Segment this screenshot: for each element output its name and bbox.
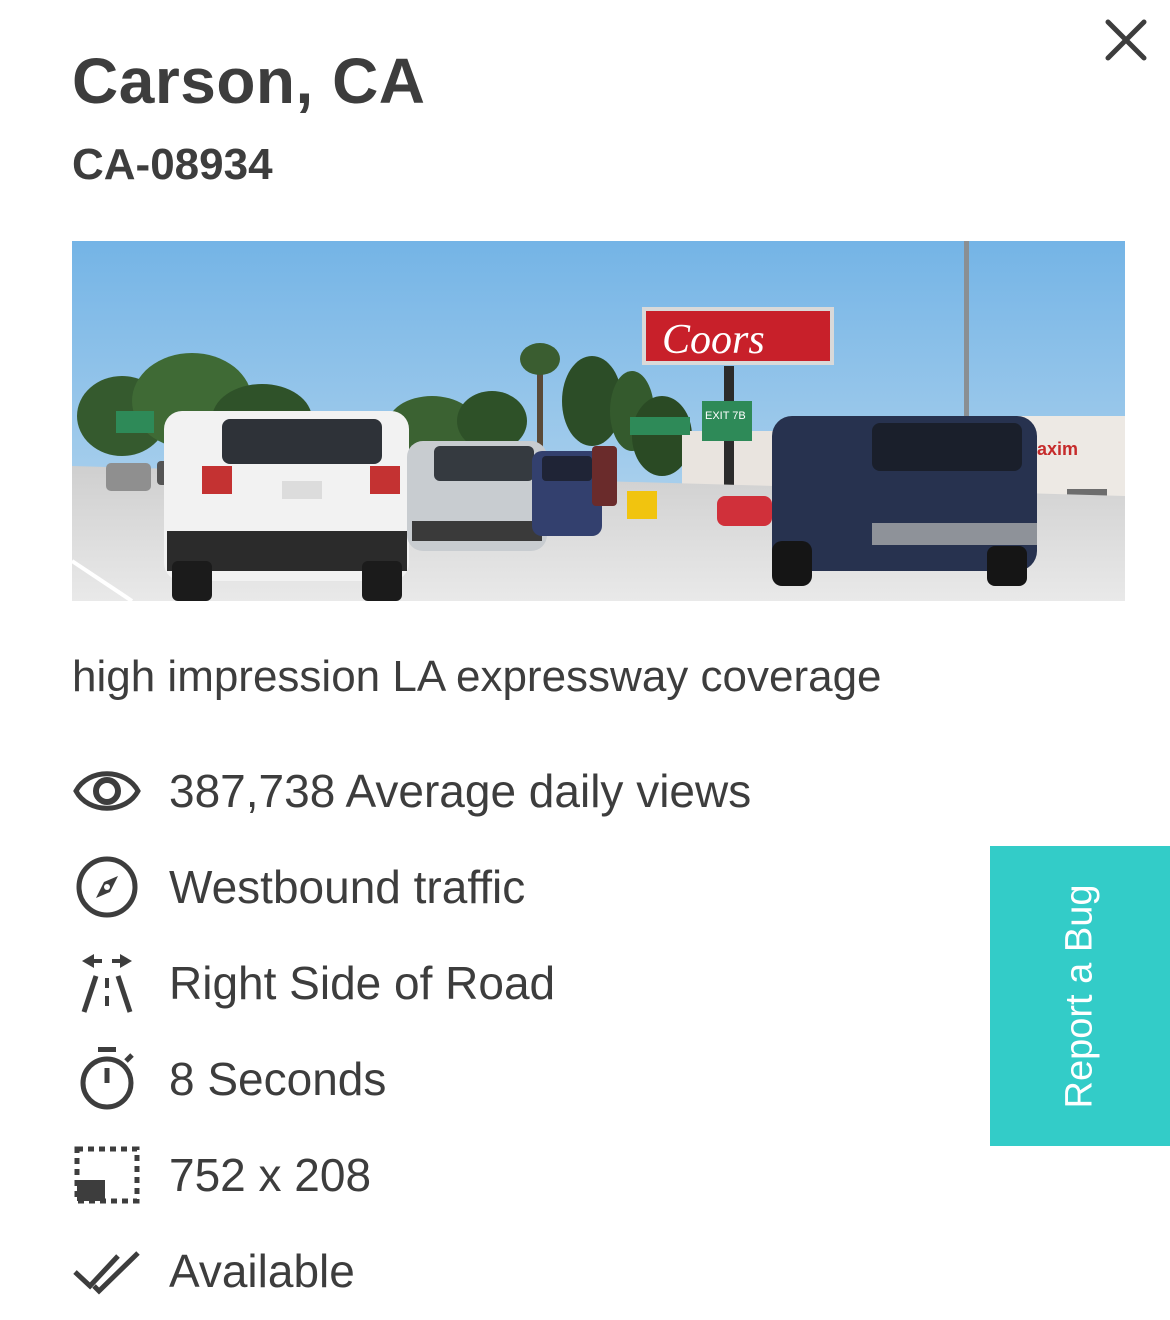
road-side-icon xyxy=(72,948,142,1018)
close-icon[interactable] xyxy=(1100,14,1152,66)
availability-text: Available xyxy=(169,1245,355,1297)
dimensions-icon xyxy=(72,1140,142,1210)
daily-views-row: 387,738 Average daily views xyxy=(72,756,751,826)
report-bug-label: Report a Bug xyxy=(1058,884,1101,1108)
stopwatch-icon xyxy=(72,1044,142,1114)
duration-text: 8 Seconds xyxy=(169,1053,387,1105)
billboard-detail-panel: Carson, CA CA-08934 Maxim Coors EXIT 7B … xyxy=(0,0,1170,1320)
report-bug-button[interactable]: Report a Bug xyxy=(990,846,1170,1146)
billboard-photo: Maxim Coors EXIT 7B xyxy=(72,241,1125,601)
description: high impression LA expressway coverage xyxy=(72,652,882,701)
double-check-icon xyxy=(72,1236,142,1306)
billboard-brand: Coors xyxy=(662,317,765,363)
location-title: Carson, CA xyxy=(72,45,426,117)
dimensions-text: 752 x 208 xyxy=(169,1149,372,1201)
availability-row: Available xyxy=(72,1236,355,1306)
exit-sign: EXIT 7B xyxy=(705,410,746,422)
traffic-direction-row: Westbound traffic xyxy=(72,852,525,922)
traffic-direction-text: Westbound traffic xyxy=(169,861,526,913)
dimensions-row: 752 x 208 xyxy=(72,1140,371,1210)
duration-row: 8 Seconds xyxy=(72,1044,386,1114)
compass-icon xyxy=(72,852,142,922)
eye-icon xyxy=(72,756,142,826)
billboard-code: CA-08934 xyxy=(72,140,273,189)
daily-views-text: 387,738 Average daily views xyxy=(169,765,752,817)
road-side-row: Right Side of Road xyxy=(72,948,555,1018)
road-side-text: Right Side of Road xyxy=(169,957,556,1009)
